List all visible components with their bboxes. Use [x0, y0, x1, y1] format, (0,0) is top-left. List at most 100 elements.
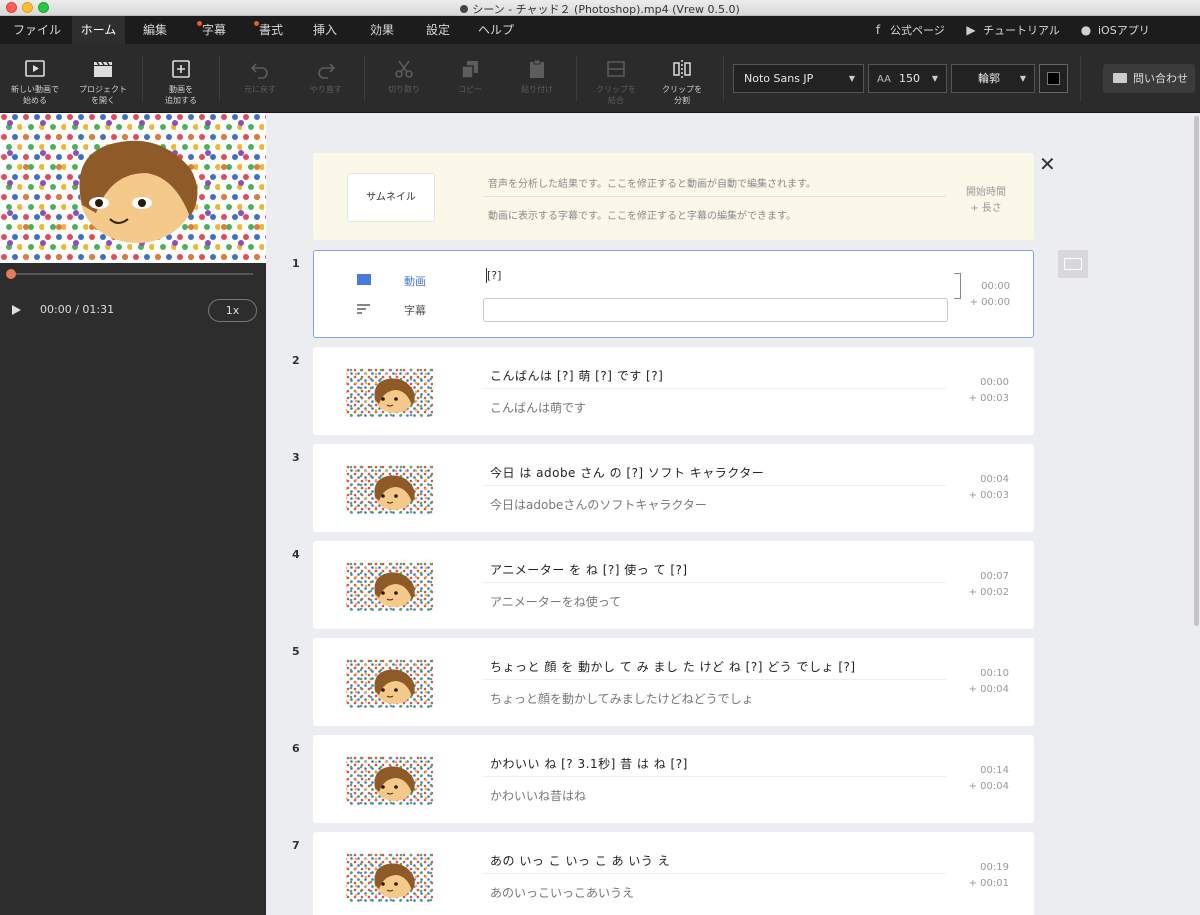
split-icon — [673, 60, 691, 78]
split-clip-button[interactable]: クリップを 分割 — [652, 44, 712, 113]
clip-card[interactable]: 動画 字幕 [?] 00:00 + 00:00 — [313, 250, 1034, 338]
text-color-button[interactable] — [1039, 64, 1068, 93]
menu-subtitle[interactable]: 字幕 — [194, 16, 234, 44]
clip-thumbnail[interactable] — [346, 756, 433, 805]
recognized-text[interactable]: ちょっと 顔 を 動かし て み まし た けど ね [?] どう でしょ [?… — [490, 658, 856, 675]
clip-number: 1 — [292, 257, 300, 270]
tutorial-label: チュートリアル — [983, 24, 1060, 37]
add-video-button[interactable]: 動画を 追加する — [150, 44, 212, 113]
merge-icon — [607, 61, 625, 77]
redo-button[interactable]: やり直す — [296, 44, 356, 113]
clip-length: + 00:03 — [968, 490, 1009, 501]
undo-icon — [250, 63, 268, 79]
subtitle-text[interactable]: アニメーターをね使って — [490, 593, 621, 610]
clip-thumbnail-image — [346, 756, 433, 805]
seek-handle[interactable] — [6, 269, 16, 279]
tutorial-link[interactable]: ▶ チュートリアル — [964, 16, 1060, 44]
font-select[interactable]: Noto Sans JP ▼ — [733, 64, 864, 93]
open-project-button[interactable]: プロジェクト を開く — [72, 44, 134, 113]
menu-home[interactable]: ホーム — [72, 16, 125, 44]
clip-card[interactable]: アニメーター を ね [?] 使っ て [?] アニメーターをね使って 00:0… — [313, 541, 1034, 629]
subtitle-text[interactable]: こんばんは萌です — [490, 399, 586, 416]
menu-format[interactable]: 書式 — [251, 16, 291, 44]
menu-effect[interactable]: 効果 — [362, 16, 402, 44]
clip-card[interactable]: ちょっと 顔 を 動かし て み まし た けど ね [?] どう でしょ [?… — [313, 638, 1034, 726]
copy-button[interactable]: コピー — [440, 44, 500, 113]
recognized-text[interactable]: 今日 は adobe さん の [?] ソフト キャラクター — [490, 464, 764, 481]
clip-number: 4 — [292, 548, 300, 561]
clip-divider — [483, 776, 946, 777]
clip-divider — [483, 873, 946, 874]
recognized-text[interactable]: あの いっ こ いっ こ あ いう え — [490, 852, 670, 869]
clip-thumbnail[interactable] — [346, 562, 433, 611]
clip-card[interactable]: あの いっ こ いっ こ あ いう え あのいっこいっこあいうえ 00:19 +… — [313, 832, 1034, 915]
legend-subtitle-text: 動画に表示する字幕です。ここを修正すると字幕の編集ができます。 — [488, 211, 796, 222]
toolbar-divider — [364, 56, 365, 102]
clip-divider — [483, 485, 946, 486]
merge-clip-label: クリップを 結合 — [596, 85, 636, 105]
contact-button[interactable]: 問い合わせ — [1103, 64, 1195, 93]
clip-start-time: 00:14 — [980, 765, 1009, 776]
subtitle-text[interactable]: かわいいね昔はね — [490, 787, 586, 804]
recognized-text[interactable]: かわいい ね [? 3.1秒] 昔 は ね [?] — [490, 755, 688, 772]
notification-dot — [254, 21, 259, 26]
cut-button[interactable]: 切り取り — [374, 44, 434, 113]
paste-button[interactable]: 貼り付け — [507, 44, 567, 113]
clip-card[interactable]: 今日 は adobe さん の [?] ソフト キャラクター 今日はadobeさ… — [313, 444, 1034, 532]
close-icon[interactable]: ✕ — [1039, 152, 1056, 176]
recognized-text[interactable]: アニメーター を ね [?] 使っ て [?] — [490, 561, 688, 578]
scissors-icon — [395, 60, 413, 78]
legend-recognized-text: 音声を分析した結果です。ここを修正すると動画が自動で編集されます。 — [488, 179, 816, 190]
clip-divider — [483, 388, 946, 389]
menu-insert[interactable]: 挿入 — [305, 16, 345, 44]
video-label: 動画 — [404, 275, 426, 288]
outline-select[interactable]: 輪郭 ▼ — [951, 64, 1035, 93]
font-size-select[interactable]: AA 150 ▼ — [868, 64, 947, 93]
clip-length: + 00:03 — [968, 393, 1009, 404]
subtitle-input[interactable] — [483, 298, 948, 322]
window-title: シーン - チャッド２ (Photoshop).mp4 (Vrew 0.5.0) — [472, 3, 740, 16]
legend-start-label: 開始時間 — [966, 187, 1006, 198]
subtitle-text[interactable]: 今日はadobeさんのソフトキャラクター — [490, 496, 707, 513]
add-square-icon — [172, 60, 190, 78]
paste-label: 貼り付け — [521, 85, 553, 94]
play-button[interactable] — [12, 305, 21, 315]
recognized-text-editor[interactable]: [?] — [487, 269, 501, 282]
playback-speed-button[interactable]: 1x — [208, 299, 257, 322]
clip-thumbnail[interactable] — [346, 465, 433, 514]
copy-label: コピー — [458, 85, 482, 94]
copy-icon — [461, 61, 478, 79]
paste-icon — [530, 59, 544, 78]
video-preview[interactable] — [0, 113, 266, 263]
menu-edit[interactable]: 編集 — [134, 16, 176, 44]
new-video-button[interactable]: 新しい動画で 始める — [4, 44, 66, 113]
clip-start-time: 00:07 — [980, 571, 1009, 582]
clip-length: + 00:00 — [969, 297, 1010, 308]
merge-clip-button[interactable]: クリップを 結合 — [586, 44, 646, 113]
menu-help[interactable]: ヘルプ — [472, 16, 520, 44]
ios-app-link[interactable]: ● iOSアプリ — [1079, 16, 1150, 44]
clip-thumbnail[interactable] — [346, 368, 433, 417]
menu-settings[interactable]: 設定 — [418, 16, 458, 44]
youtube-icon: ▶ — [966, 23, 976, 37]
subtitle-text[interactable]: あのいっこいっこあいうえ — [490, 884, 634, 901]
clip-thumbnail[interactable] — [346, 659, 433, 708]
menu-help-label: ヘルプ — [477, 23, 514, 37]
menu-file[interactable]: ファイル — [6, 16, 68, 44]
clip-card[interactable]: こんばんは [?] 萌 [?] です [?] こんばんは萌です 00:00 + … — [313, 347, 1034, 435]
recognized-text[interactable]: こんばんは [?] 萌 [?] です [?] — [490, 367, 663, 384]
clip-card[interactable]: かわいい ね [? 3.1秒] 昔 は ね [?] かわいいね昔はね 00:14… — [313, 735, 1034, 823]
clip-number: 6 — [292, 742, 300, 755]
link-bracket-icon — [954, 273, 961, 299]
scrollbar[interactable] — [1194, 116, 1199, 626]
subtitle-text[interactable]: ちょっと顔を動かしてみましたけどねどうでしょ — [490, 690, 754, 707]
seek-bar[interactable] — [6, 269, 253, 279]
window-titlebar: シーン - チャッド２ (Photoshop).mp4 (Vrew 0.5.0) — [0, 0, 1200, 16]
clip-thumbnail[interactable] — [346, 853, 433, 902]
undo-button[interactable]: 元に戻す — [230, 44, 290, 113]
official-page-link[interactable]: f 公式ページ — [871, 16, 945, 44]
thumbnail-button[interactable]: サムネイル — [347, 173, 435, 222]
play-square-icon — [25, 60, 45, 77]
clip-start-time: 00:10 — [980, 668, 1009, 679]
keyboard-icon[interactable] — [1058, 250, 1088, 278]
